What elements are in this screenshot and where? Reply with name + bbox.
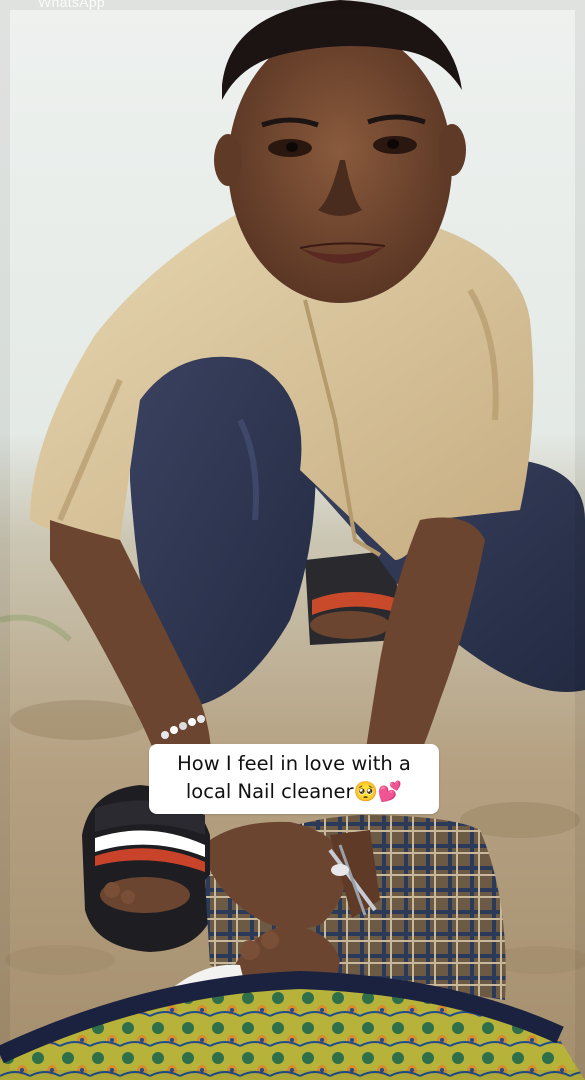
scene-photo [0,0,585,1080]
caption-line-2: local Nail cleaner🥺💕 [185,780,403,803]
video-frame: WhatsApp How I feel in love with a local… [0,0,585,1080]
caption-line-1: How I feel in love with a [177,752,411,775]
caption-box: How I feel in love with a local Nail cle… [149,744,439,814]
watermark-label: WhatsApp [38,0,105,10]
